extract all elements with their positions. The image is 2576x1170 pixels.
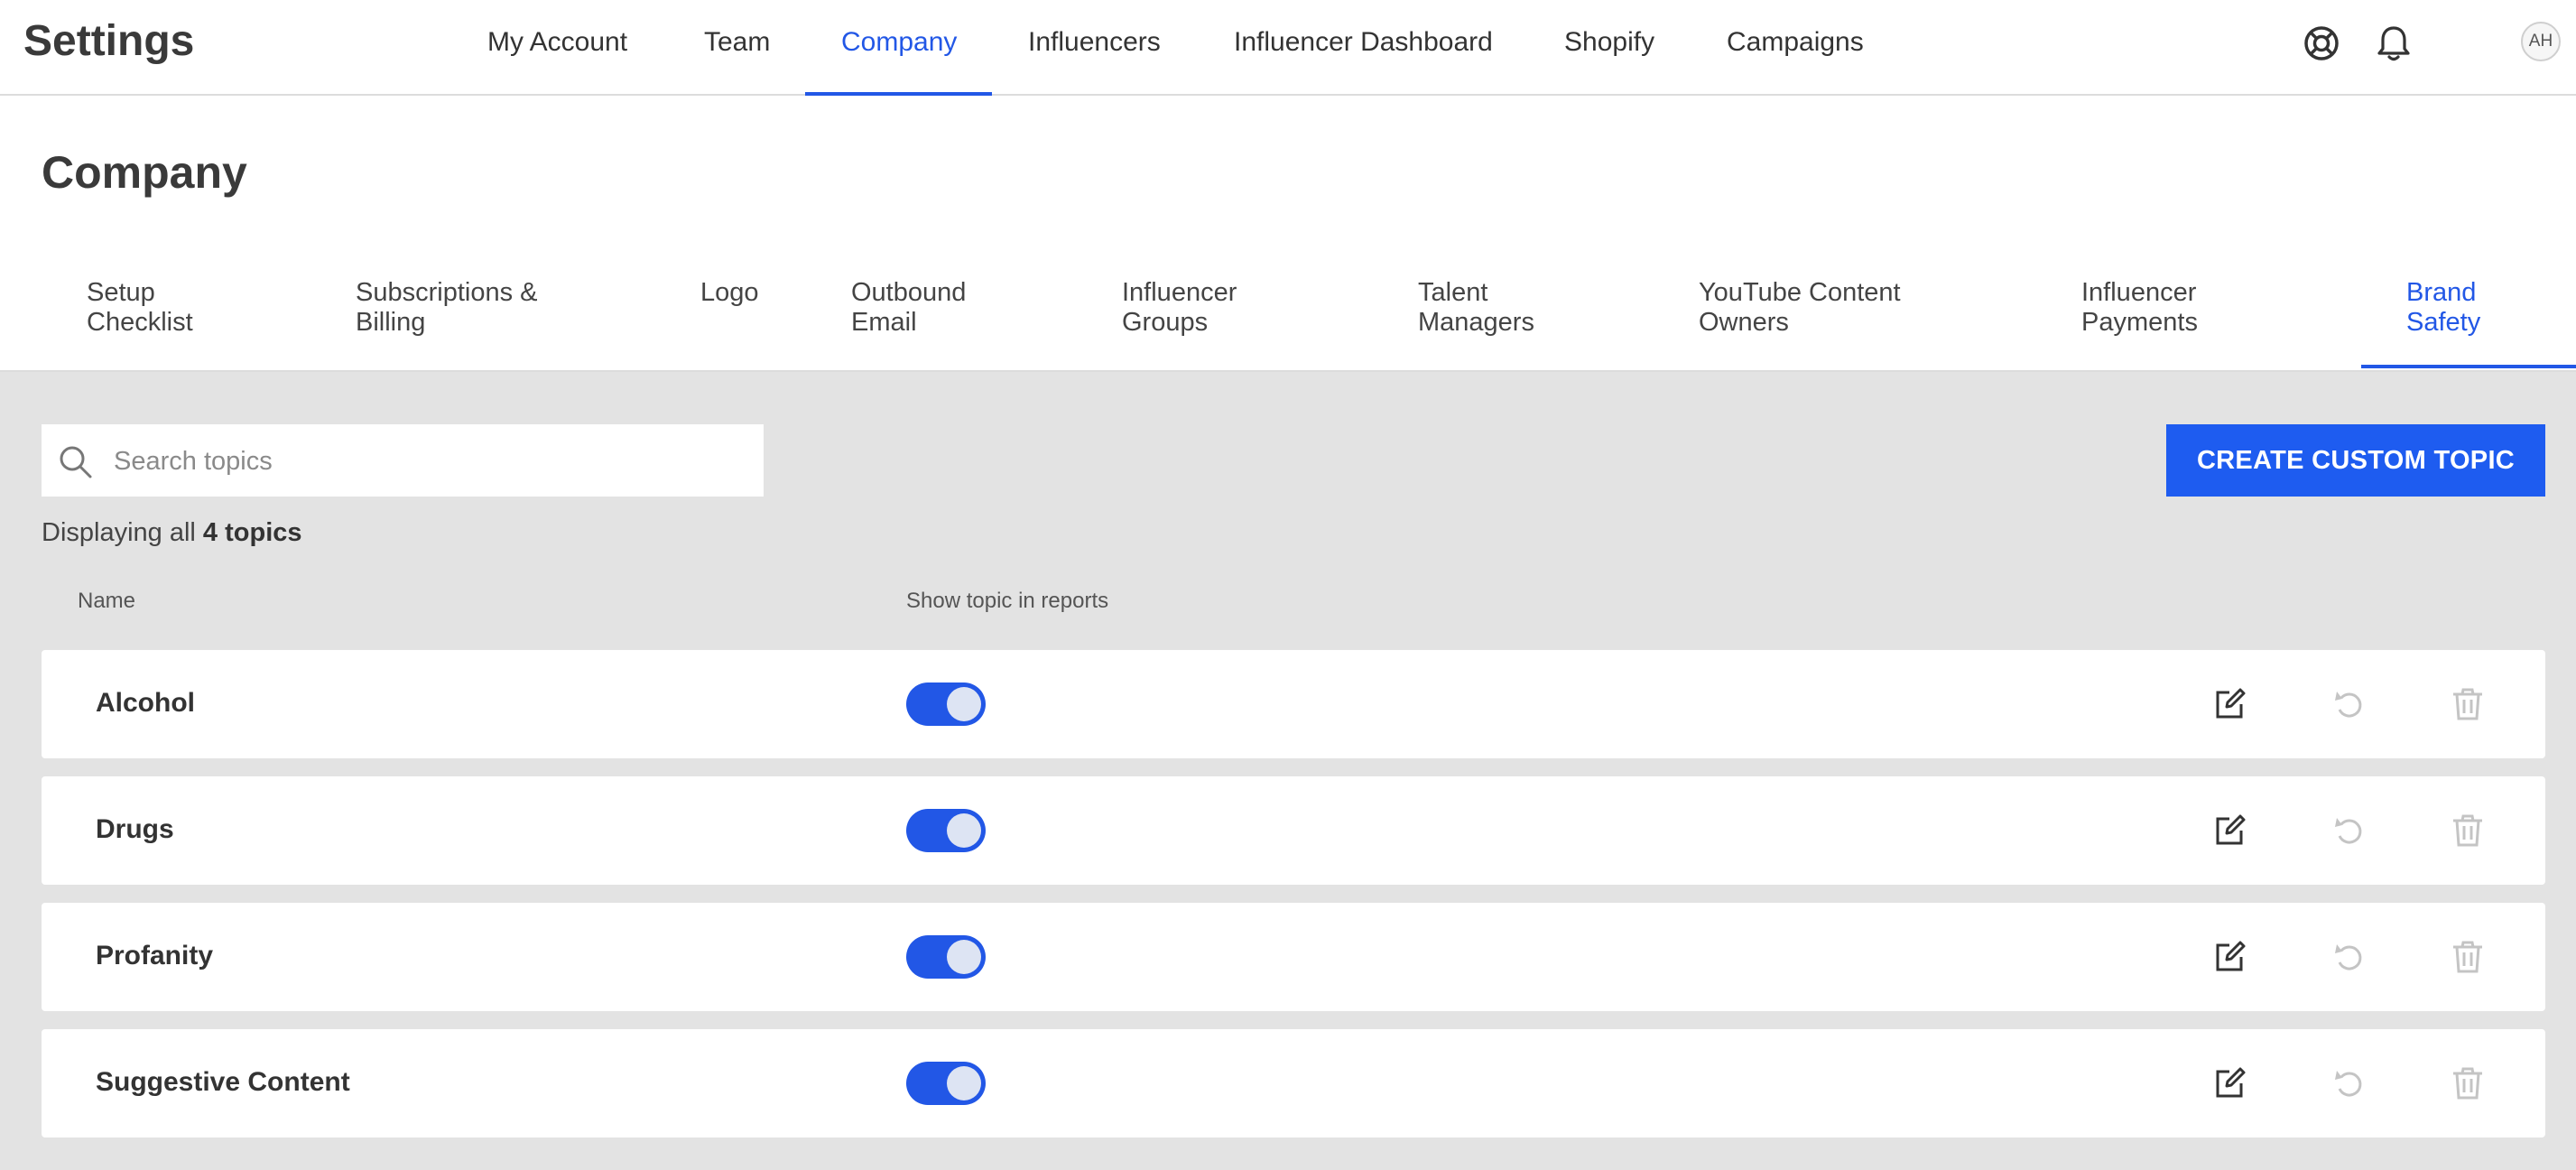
toggle-knob	[947, 940, 981, 974]
tab-label-line: Managers	[1418, 308, 1534, 337]
table-row: Alcohol	[42, 650, 2545, 758]
nav-team[interactable]: Team	[704, 27, 770, 58]
tab-label-line: Checklist	[87, 308, 193, 337]
edit-icon[interactable]	[2211, 939, 2247, 975]
tab-label-line: Logo	[700, 278, 759, 307]
tab-label-line: Influencer	[1122, 278, 1237, 307]
restore-icon[interactable]	[2331, 1065, 2368, 1101]
show-in-reports-toggle[interactable]	[906, 809, 986, 852]
tab-youtube-content-owners[interactable]: YouTube Content Owners	[1699, 278, 1901, 338]
delete-icon[interactable]	[2450, 1065, 2486, 1101]
search-icon	[60, 446, 92, 478]
company-header: Company Setup Checklist Subscriptions & …	[0, 96, 2576, 372]
restore-icon[interactable]	[2331, 939, 2368, 975]
delete-icon[interactable]	[2450, 812, 2486, 849]
tab-label-line: Brand	[2406, 278, 2477, 307]
help-lifebuoy-icon[interactable]	[2302, 23, 2341, 63]
table-row: Suggestive Content	[42, 1029, 2545, 1138]
tab-label-line: YouTube Content	[1699, 278, 1901, 307]
search-box	[42, 424, 764, 498]
page-title: Company	[42, 147, 247, 198]
topic-name: Drugs	[96, 814, 174, 844]
notification-bell-icon[interactable]	[2374, 23, 2414, 63]
tab-label-line: Outbound	[851, 278, 967, 307]
tab-label-line: Email	[851, 308, 917, 337]
table-row: Drugs	[42, 776, 2545, 885]
user-avatar[interactable]: AH	[2521, 22, 2561, 61]
tab-label-line: Safety	[2406, 308, 2481, 337]
tab-label-line: Groups	[1122, 308, 1209, 337]
show-in-reports-toggle[interactable]	[906, 935, 986, 979]
tab-logo[interactable]: Logo	[700, 278, 759, 308]
tab-label-line: Setup	[87, 278, 155, 307]
nav-influencers[interactable]: Influencers	[1028, 27, 1161, 58]
toggle-knob	[947, 1066, 981, 1100]
table-row: Profanity	[42, 903, 2545, 1011]
delete-icon[interactable]	[2450, 939, 2486, 975]
nav-my-account[interactable]: My Account	[487, 27, 627, 58]
column-header-name: Name	[78, 589, 136, 613]
top-nav-bar: Settings My Account Team Company Influen…	[0, 0, 2576, 96]
tab-label-line: Talent	[1418, 278, 1488, 307]
count-prefix: Displaying all	[42, 518, 196, 547]
tab-influencer-payments[interactable]: Influencer Payments	[2081, 278, 2198, 338]
toggle-knob	[947, 813, 981, 848]
edit-icon[interactable]	[2211, 1065, 2247, 1101]
column-header-show-in-reports: Show topic in reports	[906, 589, 1109, 613]
tab-subscriptions-billing[interactable]: Subscriptions & Billing	[356, 278, 538, 338]
topic-name: Alcohol	[96, 688, 195, 718]
active-tab-indicator	[2361, 365, 2576, 368]
nav-campaigns[interactable]: Campaigns	[1727, 27, 1864, 58]
topic-name: Suggestive Content	[96, 1067, 350, 1097]
count-value: 4 topics	[202, 518, 302, 547]
edit-icon[interactable]	[2211, 812, 2247, 849]
topic-name: Profanity	[96, 941, 214, 970]
app-title: Settings	[23, 17, 195, 65]
tab-brand-safety[interactable]: Brand Safety	[2406, 278, 2480, 338]
tab-talent-managers[interactable]: Talent Managers	[1418, 278, 1534, 338]
show-in-reports-toggle[interactable]	[906, 682, 986, 726]
create-custom-topic-button[interactable]: CREATE CUSTOM TOPIC	[2166, 424, 2545, 497]
tab-label-line: Billing	[356, 308, 426, 337]
tab-label-line: Payments	[2081, 308, 2198, 337]
tab-setup-checklist[interactable]: Setup Checklist	[87, 278, 193, 338]
search-input[interactable]	[112, 424, 747, 498]
tab-label-line: Owners	[1699, 308, 1789, 337]
topics-count: Displaying all 4 topics	[42, 518, 302, 548]
nav-influencer-dashboard[interactable]: Influencer Dashboard	[1234, 27, 1493, 58]
delete-icon[interactable]	[2450, 686, 2486, 722]
tab-label-line: Influencer	[2081, 278, 2197, 307]
nav-company[interactable]: Company	[841, 27, 957, 58]
restore-icon[interactable]	[2331, 686, 2368, 722]
nav-shopify[interactable]: Shopify	[1564, 27, 1654, 58]
toggle-knob	[947, 687, 981, 721]
tab-outbound-email[interactable]: Outbound Email	[851, 278, 966, 338]
edit-icon[interactable]	[2211, 686, 2247, 722]
restore-icon[interactable]	[2331, 812, 2368, 849]
tab-label-line: Subscriptions &	[356, 278, 538, 307]
show-in-reports-toggle[interactable]	[906, 1062, 986, 1105]
tab-influencer-groups[interactable]: Influencer Groups	[1122, 278, 1237, 338]
